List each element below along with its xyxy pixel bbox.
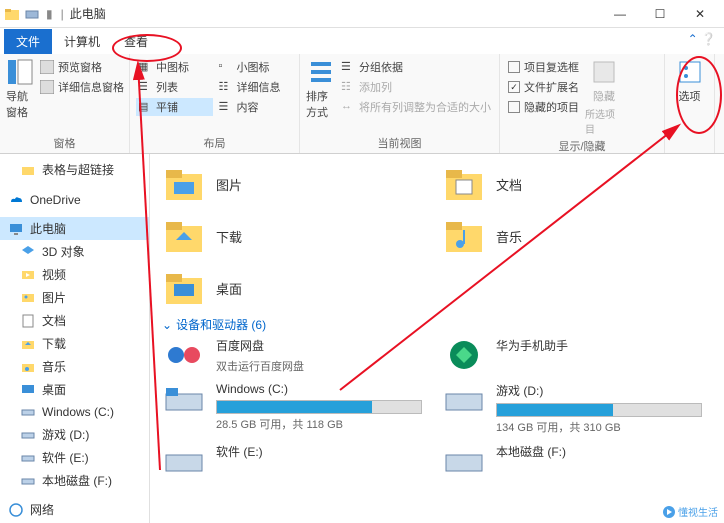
sidebar-item-documents[interactable]: 文档	[0, 309, 149, 332]
tab-computer[interactable]: 计算机	[52, 29, 112, 54]
titlebar: ▮ | 此电脑 — ☐ ✕	[0, 0, 724, 28]
nav-pane-label: 导航窗格	[6, 88, 34, 120]
options-button[interactable]: 选项	[671, 58, 708, 149]
sidebar-item-videos[interactable]: 视频	[0, 263, 149, 286]
sidebar-item-drive-c[interactable]: Windows (C:)	[0, 401, 149, 423]
file-extensions-toggle[interactable]: 文件扩展名	[506, 78, 581, 96]
drive-c[interactable]: Windows (C:) 28.5 GB 可用，共 118 GB	[162, 382, 422, 435]
sidebar: 表格与超链接 OneDrive 此电脑 3D 对象 视频 图片 文档 下载 音乐…	[0, 154, 150, 523]
content-area: 图片 文档 下载 音乐 桌面 ⌄ 设备和驱动器 (6)	[150, 154, 724, 523]
hidden-items-toggle[interactable]: 隐藏的项目	[506, 98, 581, 116]
fit-columns-button[interactable]: ↔将所有列调整为合适的大小	[339, 98, 493, 116]
hide-sublabel: 所选项目	[585, 106, 623, 136]
minimize-button[interactable]: —	[600, 0, 640, 28]
separator: |	[61, 7, 64, 21]
item-checkboxes-toggle[interactable]: 项目复选框	[506, 58, 581, 76]
sidebar-item-downloads[interactable]: 下载	[0, 332, 149, 355]
add-columns-button[interactable]: ☷添加列	[339, 78, 493, 96]
folder-icon	[4, 6, 20, 22]
sidebar-item-this-pc[interactable]: 此电脑	[0, 217, 149, 240]
details-view-button[interactable]: ☷详细信息	[217, 78, 294, 96]
sort-label: 排序方式	[306, 88, 335, 120]
panes-group-label: 窗格	[6, 133, 123, 151]
sidebar-item-onedrive[interactable]: OneDrive	[0, 189, 149, 211]
list-button[interactable]: ☰列表	[136, 78, 213, 96]
chevron-down-icon: ⌄	[162, 318, 172, 332]
tabbar: 文件 计算机 查看 ⌃ ❔	[0, 28, 724, 54]
sidebar-item-3d[interactable]: 3D 对象	[0, 240, 149, 263]
ribbon: 导航窗格 预览窗格 详细信息窗格 窗格 ▦中图标 ☰列表 ▤平铺 ▫小图标 ☷详…	[0, 54, 724, 154]
layout-group-label: 布局	[136, 133, 293, 151]
drive-e[interactable]: 软件 (E:)	[162, 443, 422, 479]
sidebar-item-desktop[interactable]: 桌面	[0, 378, 149, 401]
drive-f[interactable]: 本地磁盘 (F:)	[442, 443, 702, 479]
small-icons-button[interactable]: ▫小图标	[217, 58, 294, 76]
tab-view[interactable]: 查看	[112, 29, 160, 54]
window-title: 此电脑	[70, 5, 106, 22]
folder-music[interactable]: 音乐	[442, 214, 702, 258]
sidebar-item-network[interactable]: 网络	[0, 498, 149, 521]
sidebar-item-drive-d[interactable]: 游戏 (D:)	[0, 423, 149, 446]
options-label: 选项	[679, 88, 701, 104]
group-by-button[interactable]: ☰分组依据	[339, 58, 493, 76]
special-baidu[interactable]: 百度网盘 双击运行百度网盘	[162, 337, 422, 374]
details-pane-button[interactable]: 详细信息窗格	[38, 78, 126, 96]
separator: ▮	[46, 7, 53, 21]
drive-d[interactable]: 游戏 (D:) 134 GB 可用，共 310 GB	[442, 382, 702, 435]
devices-header[interactable]: ⌄ 设备和驱动器 (6)	[162, 310, 712, 337]
maximize-button[interactable]: ☐	[640, 0, 680, 28]
help-icon[interactable]: ⌃ ❔	[688, 32, 716, 46]
show-hide-group-label: 显示/隐藏	[506, 136, 658, 154]
tiles-button[interactable]: ▤平铺	[136, 98, 213, 116]
sidebar-item-quick[interactable]: 表格与超链接	[0, 158, 149, 181]
folder-desktop[interactable]: 桌面	[162, 266, 422, 310]
tab-file[interactable]: 文件	[4, 29, 52, 54]
special-huawei[interactable]: 华为手机助手	[442, 337, 702, 374]
preview-pane-button[interactable]: 预览窗格	[38, 58, 126, 76]
nav-pane-button[interactable]: 导航窗格	[6, 58, 34, 133]
hide-selected-button[interactable]: 隐藏 所选项目	[585, 58, 623, 136]
content-view-button[interactable]: ☰内容	[217, 98, 294, 116]
folder-downloads[interactable]: 下载	[162, 214, 422, 258]
drive-icon	[24, 6, 40, 22]
sidebar-item-drive-f[interactable]: 本地磁盘 (F:)	[0, 469, 149, 492]
sidebar-item-pictures[interactable]: 图片	[0, 286, 149, 309]
watermark: 懂视生活	[662, 504, 718, 519]
sidebar-item-drive-e[interactable]: 软件 (E:)	[0, 446, 149, 469]
folder-pictures[interactable]: 图片	[162, 162, 422, 206]
folder-documents[interactable]: 文档	[442, 162, 702, 206]
hide-label: 隐藏	[593, 88, 615, 104]
sort-button[interactable]: 排序方式	[306, 58, 335, 133]
medium-icons-button[interactable]: ▦中图标	[136, 58, 213, 76]
sidebar-item-music[interactable]: 音乐	[0, 355, 149, 378]
close-button[interactable]: ✕	[680, 0, 720, 28]
current-view-group-label: 当前视图	[306, 133, 493, 151]
